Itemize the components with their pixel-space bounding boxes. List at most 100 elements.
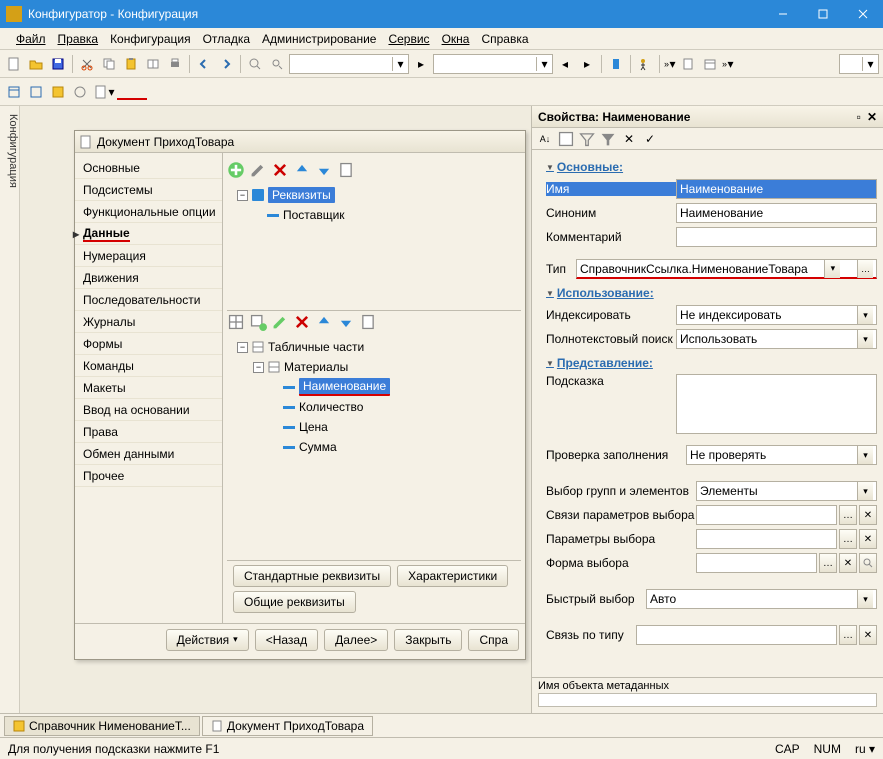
group-predstavlenie[interactable]: Представление:: [546, 356, 877, 370]
print-icon[interactable]: [165, 54, 185, 74]
paste-icon[interactable]: [121, 54, 141, 74]
cut-icon[interactable]: [77, 54, 97, 74]
edit-icon[interactable]: [249, 161, 267, 179]
minimize-button[interactable]: [763, 0, 803, 28]
std-reqs-button[interactable]: Стандартные реквизиты: [233, 565, 391, 587]
input-selform[interactable]: [696, 553, 817, 573]
input-fillcheck[interactable]: Не проверять▾: [686, 445, 877, 465]
prop-close-icon[interactable]: ✕: [867, 110, 877, 124]
search-combo[interactable]: ▾: [289, 54, 409, 74]
vertical-tab-config[interactable]: Конфигурация: [0, 106, 20, 713]
up-icon[interactable]: [293, 161, 311, 179]
sort2-icon[interactable]: [359, 313, 377, 331]
group-osnovnye[interactable]: Основные:: [546, 160, 877, 174]
actions-button[interactable]: Действия: [166, 629, 249, 651]
menu-admin[interactable]: Администрирование: [258, 30, 380, 48]
close-button[interactable]: [843, 0, 883, 28]
redo-icon[interactable]: [216, 54, 236, 74]
nav-komandy[interactable]: Команды: [75, 355, 222, 377]
nav-vvod[interactable]: Ввод на основании: [75, 399, 222, 421]
menu-debug[interactable]: Отладка: [199, 30, 254, 48]
sort-icon[interactable]: [337, 161, 355, 179]
find-prev-icon[interactable]: [267, 54, 287, 74]
tree-item-naimenovanie[interactable]: Наименование: [229, 377, 519, 397]
tree-item-summa[interactable]: Сумма: [229, 437, 519, 457]
btab-spravochnik[interactable]: Справочник НименованиеТ...: [4, 716, 200, 736]
pin-icon[interactable]: ▫: [857, 110, 861, 124]
down2-icon[interactable]: [337, 313, 355, 331]
tb2-dropdown[interactable]: ▾: [94, 82, 115, 102]
bookmark-icon[interactable]: [606, 54, 626, 74]
tb2-icon-4[interactable]: [70, 82, 90, 102]
linktype-x-button[interactable]: ✕: [859, 625, 877, 645]
input-type[interactable]: СправочникСсылка.НименованиеТовара▾…: [576, 259, 877, 279]
close-doc-button[interactable]: Закрыть: [394, 629, 462, 651]
tree-root-requisites[interactable]: −Реквизиты: [229, 185, 519, 205]
nav-prochee[interactable]: Прочее: [75, 465, 222, 487]
linkparams-x-button[interactable]: ✕: [859, 505, 877, 525]
tb2-icon-1[interactable]: [4, 82, 24, 102]
copy-icon[interactable]: [99, 54, 119, 74]
status-lang[interactable]: ru ▾: [855, 742, 875, 756]
table-icon[interactable]: [227, 313, 245, 331]
up2-icon[interactable]: [315, 313, 333, 331]
add-table-icon[interactable]: [249, 313, 267, 331]
characteristics-button[interactable]: Характеристики: [397, 565, 508, 587]
input-fulltext[interactable]: Использовать▾: [676, 329, 877, 349]
menu-edit[interactable]: Правка: [54, 30, 103, 48]
input-index[interactable]: Не индексировать▾: [676, 305, 877, 325]
calendar-icon[interactable]: [700, 54, 720, 74]
tree-group-materialy[interactable]: −Материалы: [229, 357, 519, 377]
collapse3-icon[interactable]: −: [253, 362, 264, 373]
nav-osnovnye[interactable]: Основные: [75, 157, 222, 179]
back-button[interactable]: <Назад: [255, 629, 318, 651]
menu-service[interactable]: Сервис: [384, 30, 433, 48]
tb2-icon-3[interactable]: [48, 82, 68, 102]
save-icon[interactable]: [48, 54, 68, 74]
linktype-dots-button[interactable]: …: [839, 625, 857, 645]
delete-icon[interactable]: [271, 161, 289, 179]
nav-podsistemy[interactable]: Подсистемы: [75, 179, 222, 201]
input-linktype[interactable]: [636, 625, 837, 645]
maximize-button[interactable]: [803, 0, 843, 28]
goto-next-icon[interactable]: ▸: [577, 54, 597, 74]
input-comment[interactable]: [676, 227, 877, 247]
nav-dannye[interactable]: Данные: [75, 223, 222, 245]
nav-dvizheniya[interactable]: Движения: [75, 267, 222, 289]
filter2-icon[interactable]: [599, 130, 617, 148]
delete2-icon[interactable]: [293, 313, 311, 331]
goto-prev-icon[interactable]: ◂: [555, 54, 575, 74]
linkparams-dots-button[interactable]: …: [839, 505, 857, 525]
group-ispolzovanie[interactable]: Использование:: [546, 286, 877, 300]
run-icon[interactable]: [635, 54, 655, 74]
input-synonym[interactable]: Наименование: [676, 203, 877, 223]
input-hint[interactable]: [676, 374, 877, 434]
find-icon[interactable]: [245, 54, 265, 74]
calc-icon[interactable]: [678, 54, 698, 74]
selform-dots-button[interactable]: …: [819, 553, 837, 573]
new-icon[interactable]: [4, 54, 24, 74]
nav-zhurnaly[interactable]: Журналы: [75, 311, 222, 333]
zoom-combo[interactable]: ▾: [839, 54, 879, 74]
filter1-icon[interactable]: [578, 130, 596, 148]
next-button[interactable]: Далее>: [324, 629, 388, 651]
menu-help[interactable]: Справка: [477, 30, 532, 48]
menu-file[interactable]: Файл: [12, 30, 50, 48]
nav-funkopcii[interactable]: Функциональные опции: [75, 201, 222, 223]
tb2-icon-2[interactable]: [26, 82, 46, 102]
find-next-icon[interactable]: ▸: [411, 54, 431, 74]
input-groupsel[interactable]: Элементы▾: [696, 481, 877, 501]
help-button[interactable]: Спра: [468, 629, 519, 651]
nav-numeraciya[interactable]: Нумерация: [75, 245, 222, 267]
replace-combo[interactable]: ▾: [433, 54, 553, 74]
input-quicksel[interactable]: Авто▾: [646, 589, 877, 609]
params-x-button[interactable]: ✕: [859, 529, 877, 549]
edit2-icon[interactable]: [271, 313, 289, 331]
overflow-2[interactable]: »▾: [722, 54, 734, 74]
nav-prava[interactable]: Права: [75, 421, 222, 443]
cross-icon[interactable]: ✕: [620, 130, 638, 148]
input-params[interactable]: [696, 529, 837, 549]
tree-root-tableparts[interactable]: −Табличные части: [229, 337, 519, 357]
tree-item-cena[interactable]: Цена: [229, 417, 519, 437]
input-name[interactable]: Наименование: [676, 179, 877, 199]
